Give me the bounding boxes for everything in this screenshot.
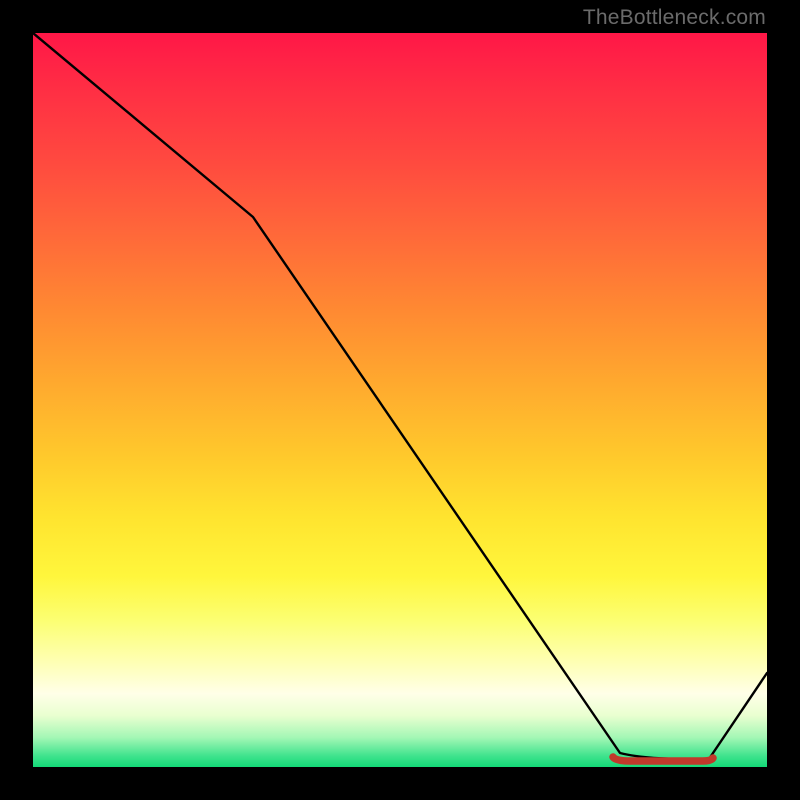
plot-area (33, 33, 767, 767)
chart-frame: TheBottleneck.com (0, 0, 800, 800)
watermark-text: TheBottleneck.com (583, 6, 766, 30)
data-line (33, 33, 767, 759)
line-chart (33, 33, 767, 767)
highlight-segment (613, 757, 713, 761)
